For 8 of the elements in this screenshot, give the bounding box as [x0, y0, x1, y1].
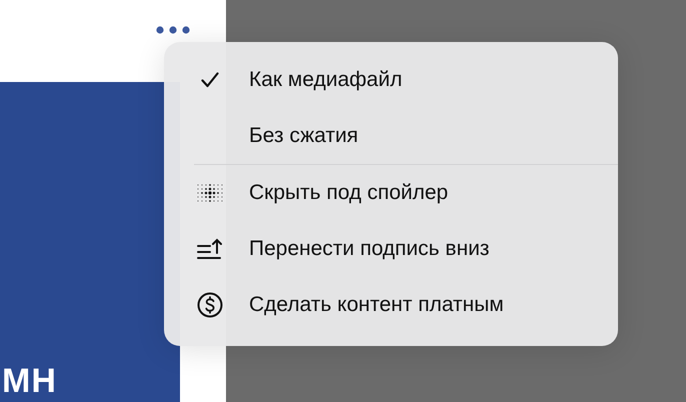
menu-option[interactable]: Без сжатия — [164, 108, 618, 164]
lines-arrow-icon — [196, 238, 224, 260]
menu-item[interactable]: Перенести подпись вниз — [164, 221, 618, 277]
banner-heading: МН — [2, 364, 57, 398]
menu-item[interactable]: Скрыть под спойлер — [164, 165, 618, 221]
dollar-coin-icon — [196, 292, 222, 318]
menu-option[interactable]: Как медиафайл — [164, 52, 618, 108]
menu-item[interactable]: Сделать контент платным — [164, 277, 618, 333]
